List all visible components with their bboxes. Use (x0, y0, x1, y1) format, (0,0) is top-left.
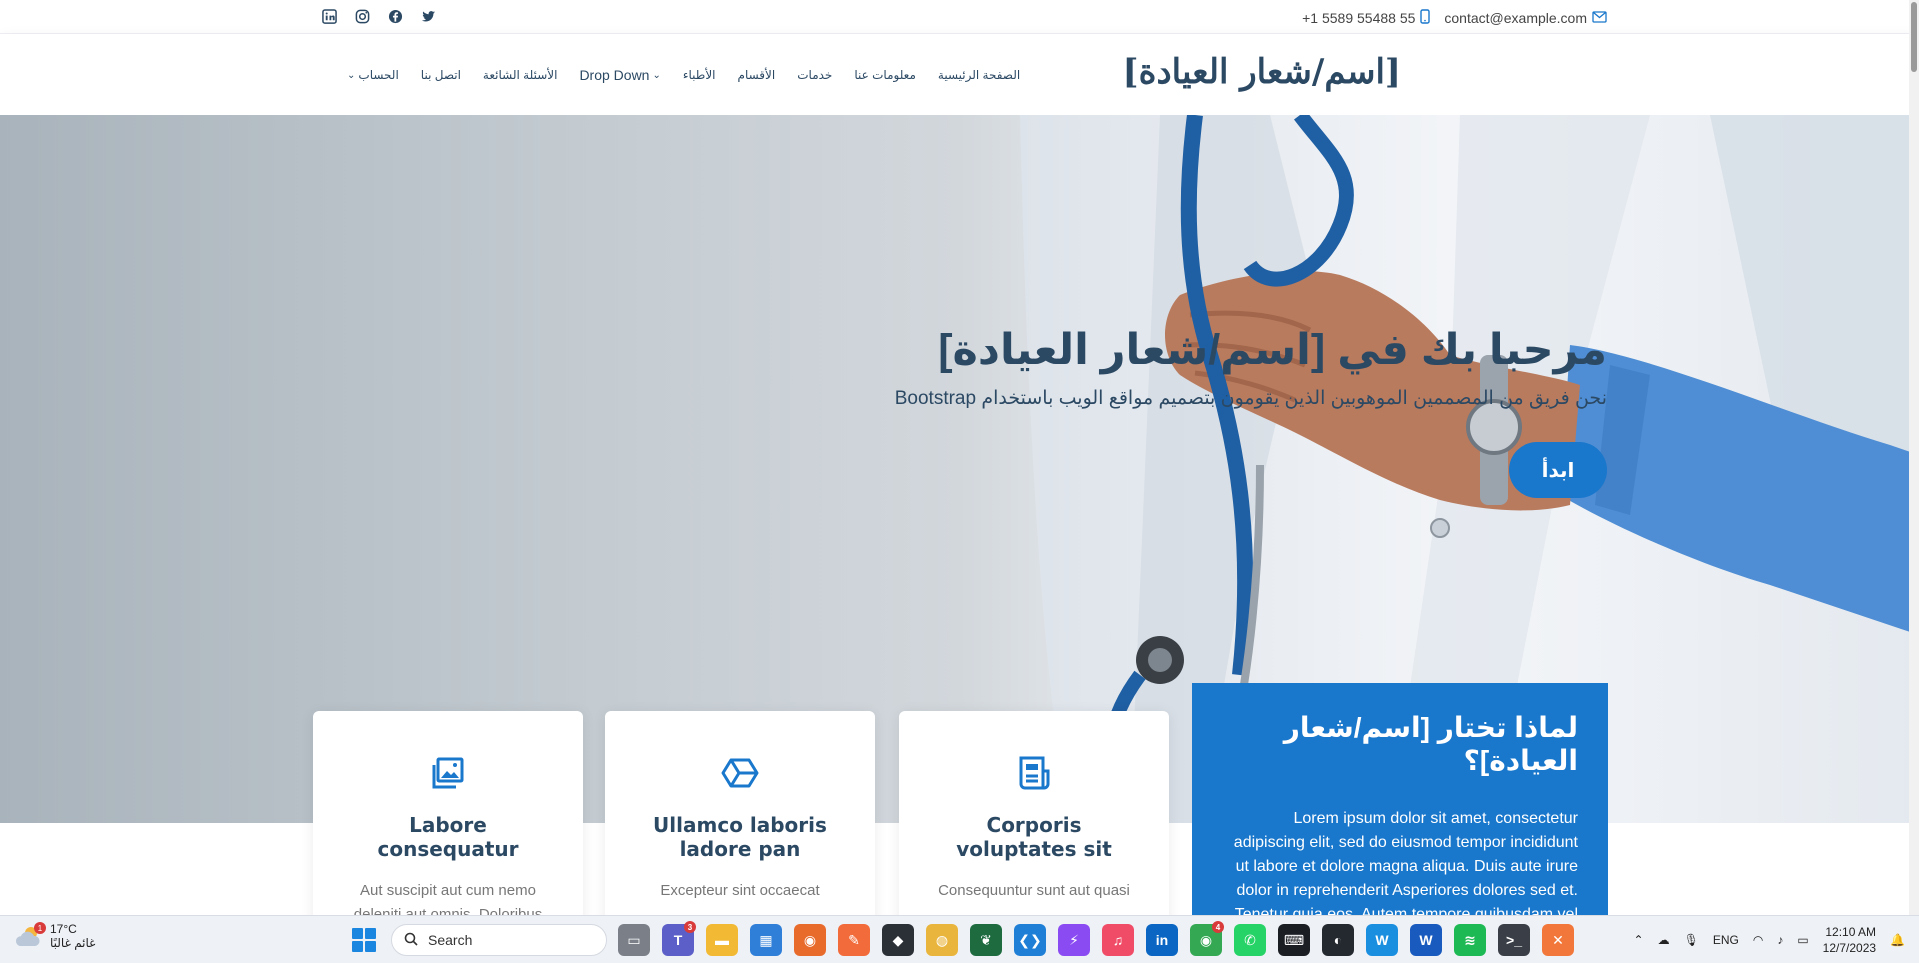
mongodb-icon[interactable]: ❦ (970, 924, 1002, 956)
envelope-icon (1592, 10, 1607, 26)
weather-desc: غائم غالبًا (50, 936, 96, 950)
weather-badge: 1 (34, 922, 46, 934)
linkedin-app-icon[interactable]: in (1146, 924, 1178, 956)
social-links (320, 7, 438, 26)
nav-item[interactable]: الأقسام (727, 67, 787, 83)
postman-icon[interactable]: ✎ (838, 924, 870, 956)
file-explorer-icon[interactable]: ▬ (706, 924, 738, 956)
clock-date: 12/7/2023 (1822, 941, 1877, 955)
windows-taskbar: 1 17°C غائم غالبًا Search ▭ T 3 ▬ ▦ ◉ ✎ ◆ ◍ ❦ ❮❯ ⚡ ♫… (0, 915, 1919, 963)
card-text: Consequuntur sunt aut quasi (938, 882, 1130, 899)
nav-item[interactable]: اتصل بنا (410, 67, 472, 83)
weather-temp: 17°C (50, 922, 77, 936)
nav-item[interactable]: معلومات عنا (843, 67, 927, 83)
card-title: Ullamco laboris ladore pan (653, 813, 827, 861)
vscode-icon[interactable]: ❮❯ (1014, 924, 1046, 956)
notification-bell-icon[interactable]: 🔔 (1890, 933, 1905, 947)
nav-item-label: معلومات عنا (854, 68, 916, 82)
chrome-icon[interactable]: ◉ 4 (1190, 921, 1224, 956)
github-icon[interactable]: ◐ (1322, 924, 1354, 956)
nav-item-label: Drop Down (579, 67, 650, 83)
xampp-icon[interactable]: ✕ (1542, 924, 1574, 956)
top-contact-bar: +1 5589 55488 55 contact@example.com (0, 0, 1919, 34)
chevron-down-icon: ⌄ (347, 69, 356, 81)
site-logo[interactable]: [اسم/شعار العيادة] (1123, 52, 1401, 92)
weather-widget[interactable]: 1 17°C غائم غالبًا (14, 922, 95, 950)
phone-icon (1420, 9, 1431, 27)
contact-info: +1 5589 55488 55 contact@example.com (1302, 9, 1607, 27)
whatsapp-icon[interactable]: ✆ (1234, 924, 1266, 956)
nav-item[interactable]: ⌄ الحساب (336, 67, 410, 83)
word-icon[interactable]: W (1410, 924, 1442, 956)
store-icon[interactable]: ▦ (750, 924, 782, 956)
nav-item-label: اتصل بنا (420, 68, 461, 82)
terminal-icon[interactable]: ⌨ (1278, 924, 1310, 956)
instagram-icon[interactable] (353, 7, 372, 26)
hero-title: مرحبا بك في [اسم/شعار العيادة] (938, 326, 1607, 374)
nav-item[interactable]: خدمات (786, 67, 843, 83)
cloud-icon: 1 (14, 922, 46, 950)
hero-subtitle: نحن فريق من المصممين الموهوبين الذين يقو… (894, 388, 1607, 409)
task-view-icon[interactable]: ▭ (618, 924, 650, 956)
chevron-down-icon: ⌄ (652, 69, 661, 81)
scrollbar-thumb[interactable] (1911, 2, 1917, 72)
nav-item-label: خدمات (797, 68, 833, 82)
images-icon (428, 753, 468, 793)
page-scrollbar[interactable] (1909, 0, 1919, 915)
taskbar-search[interactable]: Search (391, 924, 607, 956)
main-nav: الصفحة الرئيسية معلومات عنا خدمات الأقسام ال… (336, 67, 1031, 83)
twitter-icon[interactable] (419, 7, 438, 26)
wifi-icon[interactable]: ◠ (1753, 933, 1763, 947)
receipt-icon (1014, 753, 1054, 793)
nav-item[interactable]: الأسئلة الشائعة (472, 67, 569, 83)
card-text: Excepteur sint occaecat (660, 882, 820, 899)
battery-icon[interactable]: ▭ (1797, 933, 1808, 947)
nav-item-label: الحساب (358, 68, 399, 82)
pinned-apps: ▭ T 3 ▬ ▦ ◉ ✎ ◆ ◍ ❦ ❮❯ ⚡ ♫ in ◉ 4 ✆ ⌨ ◐ W W ≋ >_ ✕ (618, 921, 1574, 956)
chevron-up-icon[interactable]: ⌃ (1634, 933, 1644, 947)
nav-item-label: الأطباء (682, 68, 716, 82)
onedrive-icon[interactable]: ☁ (1658, 933, 1670, 947)
microphone-icon[interactable]: 🎙 (1684, 933, 1699, 947)
system-tray: ⌃ ☁ 🎙 ENG ◠ ♪ ▭ 12:10 AM 12/7/2023 🔔 (1634, 924, 1905, 956)
teams-icon[interactable]: T3 (662, 921, 696, 956)
nav-item[interactable]: Drop Down ⌄ (568, 67, 671, 83)
card-title: Labore consequatur (377, 813, 519, 861)
email-address[interactable]: contact@example.com (1444, 10, 1587, 26)
console-icon[interactable]: >_ (1498, 924, 1530, 956)
app-badge: 3 (684, 921, 696, 933)
clock-time: 12:10 AM (1825, 925, 1877, 939)
phone-item: +1 5589 55488 55 (1302, 9, 1431, 27)
card-title: Corporis voluptates sit (956, 813, 1112, 861)
why-us-title: لماذا تختار [اسم/شعار العيادة]؟ (1283, 712, 1578, 776)
spotify-icon[interactable]: ≋ (1454, 924, 1486, 956)
clock[interactable]: 12:10 AM 12/7/2023 (1823, 924, 1876, 956)
nav-item-label: الأسئلة الشائعة (482, 68, 558, 82)
site-header: [اسم/شعار العيادة] الصفحة الرئيسية معلوما… (0, 34, 1919, 115)
itunes-icon[interactable]: ♫ (1102, 924, 1134, 956)
get-started-button[interactable]: ابدأ (1509, 442, 1607, 498)
nav-item[interactable]: الأطباء (672, 67, 727, 83)
email-item[interactable]: contact@example.com (1444, 9, 1607, 27)
nav-item-label: الصفحة الرئيسية (937, 68, 1021, 82)
messenger-icon[interactable]: ⚡ (1058, 924, 1090, 956)
windows-start-icon[interactable] (352, 928, 376, 952)
linkedin-icon[interactable] (320, 7, 339, 26)
chrome-canary-icon[interactable]: ◍ (926, 924, 958, 956)
volume-icon[interactable]: ♪ (1777, 933, 1783, 947)
git-icon[interactable]: ◆ (882, 924, 914, 956)
webstorm-icon[interactable]: W (1366, 924, 1398, 956)
firefox-icon[interactable]: ◉ (794, 924, 826, 956)
search-label: Search (428, 932, 473, 948)
nav-item[interactable]: الصفحة الرئيسية (927, 67, 1031, 83)
search-icon (404, 932, 418, 949)
facebook-icon[interactable] (386, 7, 405, 26)
language-indicator[interactable]: ENG (1713, 933, 1739, 947)
app-badge: 4 (1212, 921, 1224, 933)
phone-number: +1 5589 55488 55 (1302, 10, 1416, 26)
cube-icon (720, 753, 760, 793)
nav-item-label: الأقسام (737, 68, 776, 82)
weather-text: 17°C غائم غالبًا (50, 922, 95, 950)
